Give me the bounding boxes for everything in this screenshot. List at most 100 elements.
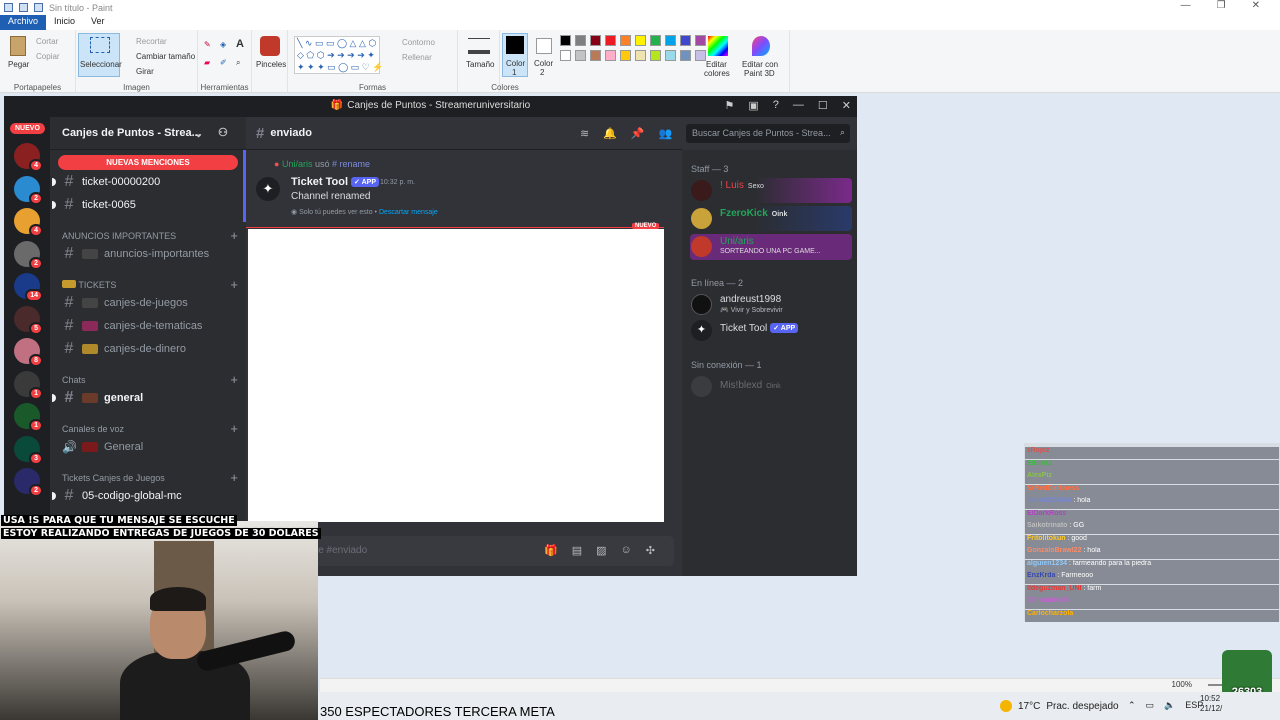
plus-icon[interactable]: + bbox=[230, 229, 238, 242]
member-misblexd[interactable]: Mis!blexd Oink bbox=[690, 374, 852, 399]
server-header[interactable]: Canjes de Puntos - Strea... ⌄ ⚇ bbox=[50, 117, 246, 150]
nuevo-pill[interactable]: NUEVO bbox=[10, 123, 45, 134]
color-swatch[interactable] bbox=[680, 35, 691, 46]
resize-button[interactable]: Cambiar tamaño bbox=[136, 52, 195, 61]
plus-icon[interactable]: + bbox=[230, 373, 238, 386]
channel-ticket-00000200[interactable]: # ticket-00000200 bbox=[52, 173, 242, 191]
volume-icon[interactable]: 🔈 bbox=[1164, 700, 1175, 711]
color-swatch[interactable] bbox=[560, 50, 571, 61]
channel-canjes-de-dinero[interactable]: # canjes-de-dinero bbox=[62, 340, 242, 358]
threads-icon[interactable]: ≋ bbox=[580, 127, 589, 140]
tab-ver[interactable]: Ver bbox=[83, 15, 113, 30]
ticket-tool-avatar[interactable]: ✦ bbox=[256, 177, 280, 201]
size-icon[interactable] bbox=[468, 38, 490, 54]
chevron-up-icon[interactable]: ⌃ bbox=[1128, 700, 1136, 711]
color-swatch[interactable] bbox=[695, 50, 706, 61]
apps-icon[interactable]: ✣ bbox=[646, 544, 655, 557]
help-icon[interactable]: ? bbox=[773, 99, 779, 112]
color-swatch[interactable] bbox=[605, 35, 616, 46]
channel-canjes-de-tematicas[interactable]: # canjes-de-tematicas bbox=[62, 317, 242, 335]
minimize-icon[interactable]: — bbox=[793, 99, 804, 112]
color-swatch[interactable] bbox=[680, 50, 691, 61]
paste-button[interactable]: Pegar bbox=[8, 60, 29, 69]
maximize-icon[interactable]: ❐ bbox=[1217, 0, 1226, 11]
channel-05-codigo-global-mc[interactable]: #05-codigo-global-mc bbox=[52, 487, 242, 505]
color-swatch[interactable] bbox=[695, 35, 706, 46]
edit-colors-label[interactable]: Editar bbox=[706, 60, 727, 69]
plus-icon[interactable]: + bbox=[230, 471, 238, 484]
color-swatch[interactable] bbox=[635, 35, 646, 46]
close-icon[interactable]: ✕ bbox=[1252, 0, 1260, 11]
member-ticket-tool[interactable]: ✦ Ticket Tool ✓ APP bbox=[690, 318, 852, 343]
author-name[interactable]: Ticket Tool bbox=[291, 176, 348, 188]
pencil-icon[interactable]: ✎ bbox=[204, 40, 211, 49]
emoji-icon[interactable]: ☺ bbox=[621, 544, 632, 557]
server-icon[interactable]: 5 bbox=[14, 305, 43, 335]
color-swatch[interactable] bbox=[650, 50, 661, 61]
gift-icon[interactable]: 🎁 bbox=[544, 544, 558, 557]
size-label[interactable]: Tamaño bbox=[466, 60, 494, 69]
reply-user[interactable]: Uni/aris bbox=[282, 159, 313, 169]
screen-share-icon[interactable]: ▣ bbox=[748, 99, 758, 112]
channel-canjes-de-juegos[interactable]: # canjes-de-juegos bbox=[62, 294, 242, 312]
maximize-icon[interactable]: ☐ bbox=[818, 99, 828, 112]
server-icon[interactable]: 2 bbox=[14, 468, 43, 497]
inbox-icon[interactable]: ⚑ bbox=[725, 99, 735, 112]
shapes-gallery[interactable]: ╲ ∿ ▭ ▭ ◯ △ △ ⬡ ◇ ⬠ ⬡ ➔ ➔ ➔ ➔ ✦ ✦ ✦ ✦ ▭ ◯ … bbox=[294, 36, 383, 74]
undo-icon[interactable] bbox=[19, 3, 28, 12]
copy-button[interactable]: Copiar bbox=[36, 52, 60, 61]
edit-colors-icon[interactable] bbox=[708, 36, 728, 56]
brushes-icon[interactable] bbox=[260, 36, 280, 56]
member-luis[interactable]: ! Luis Sexo bbox=[690, 178, 852, 203]
member-uniaris[interactable]: Uni/aris SORTEANDO UNA PC GAME... bbox=[690, 234, 852, 260]
crop-button[interactable]: Recortar bbox=[136, 37, 167, 46]
plus-icon[interactable]: + bbox=[230, 278, 238, 291]
eraser-icon[interactable]: ▰ bbox=[204, 58, 210, 67]
new-mentions-banner[interactable]: NUEVAS MENCIONES bbox=[58, 155, 238, 170]
magnifier-icon[interactable]: ⌕ bbox=[236, 58, 240, 68]
paint3d-label[interactable]: Editar con bbox=[742, 60, 778, 69]
member-fzerokick[interactable]: FzeroKick Oink bbox=[690, 206, 852, 231]
plus-icon[interactable]: + bbox=[230, 422, 238, 435]
color-swatch[interactable] bbox=[620, 35, 631, 46]
chevron-down-icon[interactable]: ⌄ bbox=[194, 127, 203, 140]
rotate-button[interactable]: Girar bbox=[136, 67, 154, 76]
member-andreust1998[interactable]: andreust1998 🎮 Vivir y Sobrevivir bbox=[690, 292, 852, 317]
color-swatch[interactable] bbox=[590, 50, 601, 61]
search-input[interactable]: Buscar Canjes de Puntos - Strea... ⌕ bbox=[686, 124, 850, 143]
save-icon[interactable] bbox=[4, 3, 13, 12]
clock[interactable]: 10:52 21/12/ bbox=[1200, 694, 1222, 714]
color-swatch[interactable] bbox=[635, 50, 646, 61]
sticker-icon[interactable]: ▨ bbox=[596, 544, 606, 557]
members-icon[interactable]: 👥 bbox=[659, 127, 673, 140]
message-author[interactable]: Ticket Tool ✓ APP bbox=[291, 176, 379, 188]
server-icon[interactable]: 4 bbox=[14, 143, 43, 172]
cut-button[interactable]: Cortar bbox=[36, 37, 58, 46]
category-tickets-juegos[interactable]: Tickets Canjes de Juegos + bbox=[62, 471, 238, 484]
fill-button[interactable]: Rellenar bbox=[402, 53, 432, 62]
channel-general[interactable]: # general bbox=[52, 389, 242, 407]
server-icon[interactable]: 2 bbox=[14, 240, 43, 270]
gif-icon[interactable]: ▤ bbox=[572, 544, 582, 557]
weather-widget[interactable]: 17°C Prac. despejado bbox=[1000, 700, 1119, 712]
color-swatch[interactable] bbox=[650, 35, 661, 46]
minimize-icon[interactable]: — bbox=[1181, 0, 1191, 11]
color-swatch[interactable] bbox=[665, 35, 676, 46]
brushes-label[interactable]: Pinceles bbox=[256, 60, 286, 69]
tab-inicio[interactable]: Inicio bbox=[46, 15, 83, 30]
network-icon[interactable]: ▭ bbox=[1146, 700, 1155, 711]
server-icon[interactable]: 14 bbox=[14, 273, 43, 302]
paint3d-icon[interactable] bbox=[752, 36, 770, 56]
color-swatch[interactable] bbox=[665, 50, 676, 61]
fill-icon[interactable]: ◈ bbox=[220, 40, 226, 49]
category-anuncios[interactable]: ANUNCIOS IMPORTANTES + bbox=[62, 229, 238, 242]
color-swatch[interactable] bbox=[605, 50, 616, 61]
paste-icon[interactable] bbox=[10, 36, 26, 56]
color-swatch[interactable] bbox=[560, 35, 571, 46]
pin-icon[interactable]: 📌 bbox=[631, 127, 645, 140]
bell-icon[interactable]: 🔔 bbox=[603, 127, 617, 140]
server-icon[interactable]: 8 bbox=[14, 338, 43, 367]
category-voz[interactable]: Canales de voz + bbox=[62, 422, 238, 435]
server-icon[interactable]: 2 bbox=[14, 175, 43, 205]
reply-command[interactable]: # rename bbox=[332, 159, 370, 169]
